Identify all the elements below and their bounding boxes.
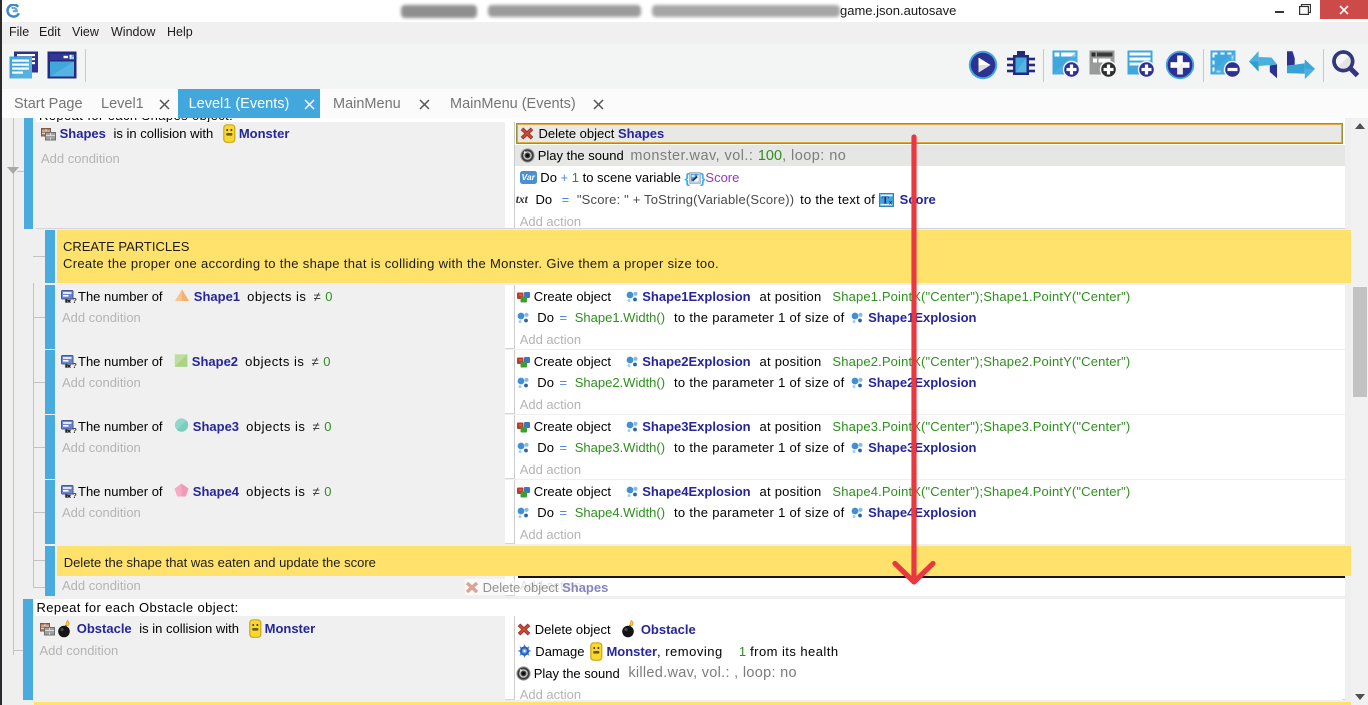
svg-text:?: ?: [72, 491, 77, 498]
svg-text:?: ?: [72, 361, 77, 368]
svg-text:?: ?: [72, 296, 77, 303]
svg-text:T: T: [882, 195, 889, 206]
svg-text:?: ?: [72, 426, 77, 433]
